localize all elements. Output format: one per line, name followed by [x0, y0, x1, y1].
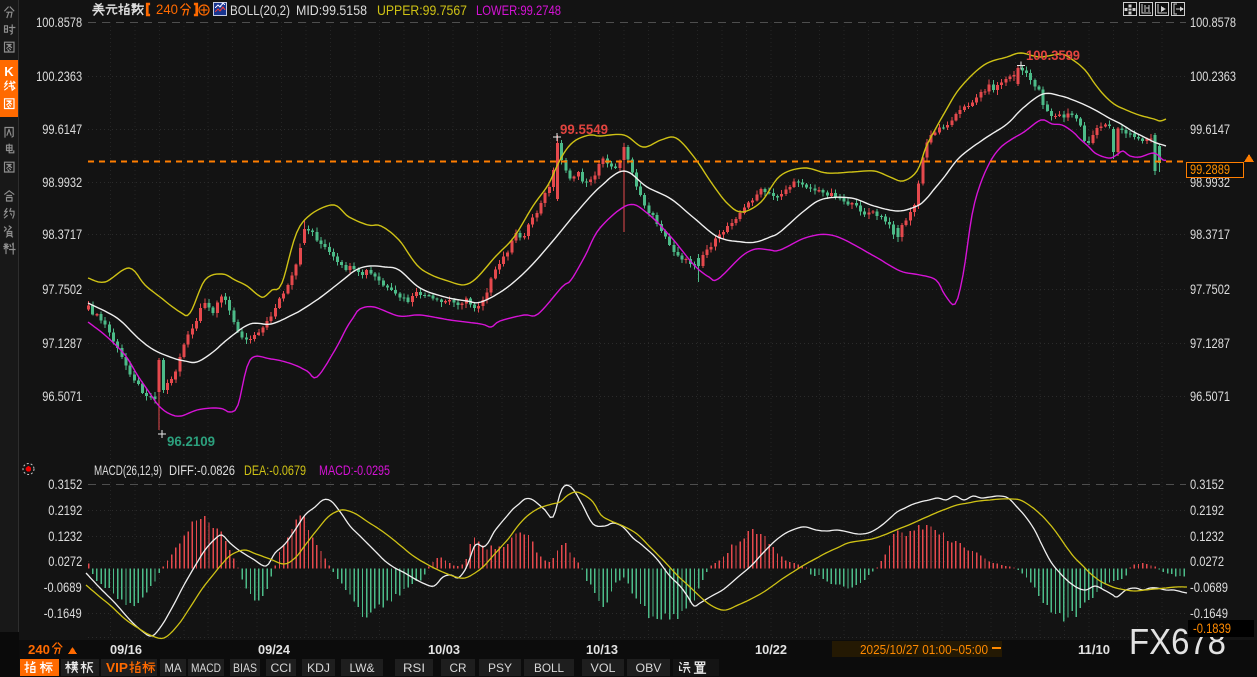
- svg-text:RSI: RSI: [403, 661, 425, 675]
- svg-text:97.7502: 97.7502: [42, 281, 82, 297]
- svg-text:-0.0689: -0.0689: [44, 579, 82, 595]
- svg-text:96.5071: 96.5071: [1190, 388, 1230, 404]
- svg-text:0.3152: 0.3152: [48, 476, 82, 492]
- svg-text:OBV: OBV: [636, 661, 662, 675]
- svg-text:11/10: 11/10: [1078, 642, 1110, 657]
- svg-text:2025/10/27 01:00~05:00: 2025/10/27 01:00~05:00: [860, 642, 988, 657]
- svg-text:MACD(26,12,9): MACD(26,12,9): [94, 462, 162, 478]
- svg-text:0.3152: 0.3152: [1190, 476, 1224, 492]
- svg-text:VOL: VOL: [591, 661, 616, 675]
- svg-text:MACD: MACD: [191, 661, 221, 675]
- svg-text:96.2109: 96.2109: [167, 433, 215, 449]
- svg-text:LW&: LW&: [350, 661, 375, 675]
- svg-text:0.1232: 0.1232: [48, 528, 82, 544]
- svg-text:DEA:-0.0679: DEA:-0.0679: [244, 462, 306, 478]
- svg-text:100.8578: 100.8578: [36, 14, 82, 30]
- svg-text:09/24: 09/24: [258, 642, 291, 657]
- svg-text:99.2889: 99.2889: [1190, 161, 1230, 177]
- svg-text:-0.1839: -0.1839: [1193, 620, 1231, 636]
- svg-text:0.0272: 0.0272: [48, 553, 82, 569]
- svg-text:98.3717: 98.3717: [1190, 226, 1230, 242]
- svg-text:96.5071: 96.5071: [42, 388, 82, 404]
- svg-text:98.3717: 98.3717: [42, 226, 82, 242]
- svg-text:CCI: CCI: [271, 661, 292, 675]
- svg-text:0.1232: 0.1232: [1190, 528, 1224, 544]
- svg-text:240: 240: [156, 1, 178, 17]
- svg-text:240: 240: [28, 642, 50, 657]
- svg-text:97.7502: 97.7502: [1190, 281, 1230, 297]
- svg-text:0.2192: 0.2192: [48, 502, 82, 518]
- svg-text:09/16: 09/16: [110, 642, 142, 657]
- svg-text:BIAS: BIAS: [233, 661, 257, 675]
- svg-text:-0.1649: -0.1649: [1190, 605, 1228, 621]
- svg-text:-0.1649: -0.1649: [44, 605, 82, 621]
- svg-text:PSY: PSY: [488, 661, 512, 675]
- svg-text:100.2363: 100.2363: [36, 68, 82, 84]
- svg-text:99.5549: 99.5549: [560, 121, 608, 137]
- svg-text:100.8578: 100.8578: [1190, 14, 1236, 30]
- svg-text:99.6147: 99.6147: [1190, 121, 1230, 137]
- svg-text:UPPER:99.7567: UPPER:99.7567: [377, 2, 467, 18]
- svg-text:0.0272: 0.0272: [1190, 553, 1224, 569]
- svg-text:DIFF:-0.0826: DIFF:-0.0826: [169, 462, 235, 478]
- svg-text:99.6147: 99.6147: [42, 121, 82, 137]
- svg-text:10/13: 10/13: [586, 642, 618, 657]
- svg-text:K: K: [4, 64, 14, 79]
- svg-text:BOLL(20,2): BOLL(20,2): [230, 2, 290, 18]
- svg-text:100.2363: 100.2363: [1190, 68, 1236, 84]
- svg-text:-0.0689: -0.0689: [1190, 579, 1228, 595]
- svg-text:BOLL: BOLL: [534, 661, 564, 675]
- svg-text:LOWER:99.2748: LOWER:99.2748: [476, 2, 561, 18]
- svg-text:0.2192: 0.2192: [1190, 502, 1224, 518]
- svg-text:CR: CR: [450, 661, 467, 675]
- svg-text:MACD:-0.0295: MACD:-0.0295: [319, 462, 390, 478]
- svg-text:MA: MA: [165, 661, 182, 675]
- svg-text:10/22: 10/22: [755, 642, 787, 657]
- svg-text:98.9932: 98.9932: [42, 174, 82, 190]
- svg-text:97.1287: 97.1287: [42, 335, 82, 351]
- svg-text:10/03: 10/03: [428, 642, 460, 657]
- svg-text:KDJ: KDJ: [307, 661, 330, 675]
- svg-text:97.1287: 97.1287: [1190, 335, 1230, 351]
- svg-text:100.3599: 100.3599: [1026, 47, 1080, 63]
- svg-text:MID:99.5158: MID:99.5158: [296, 2, 367, 18]
- svg-text:VIP: VIP: [106, 660, 128, 675]
